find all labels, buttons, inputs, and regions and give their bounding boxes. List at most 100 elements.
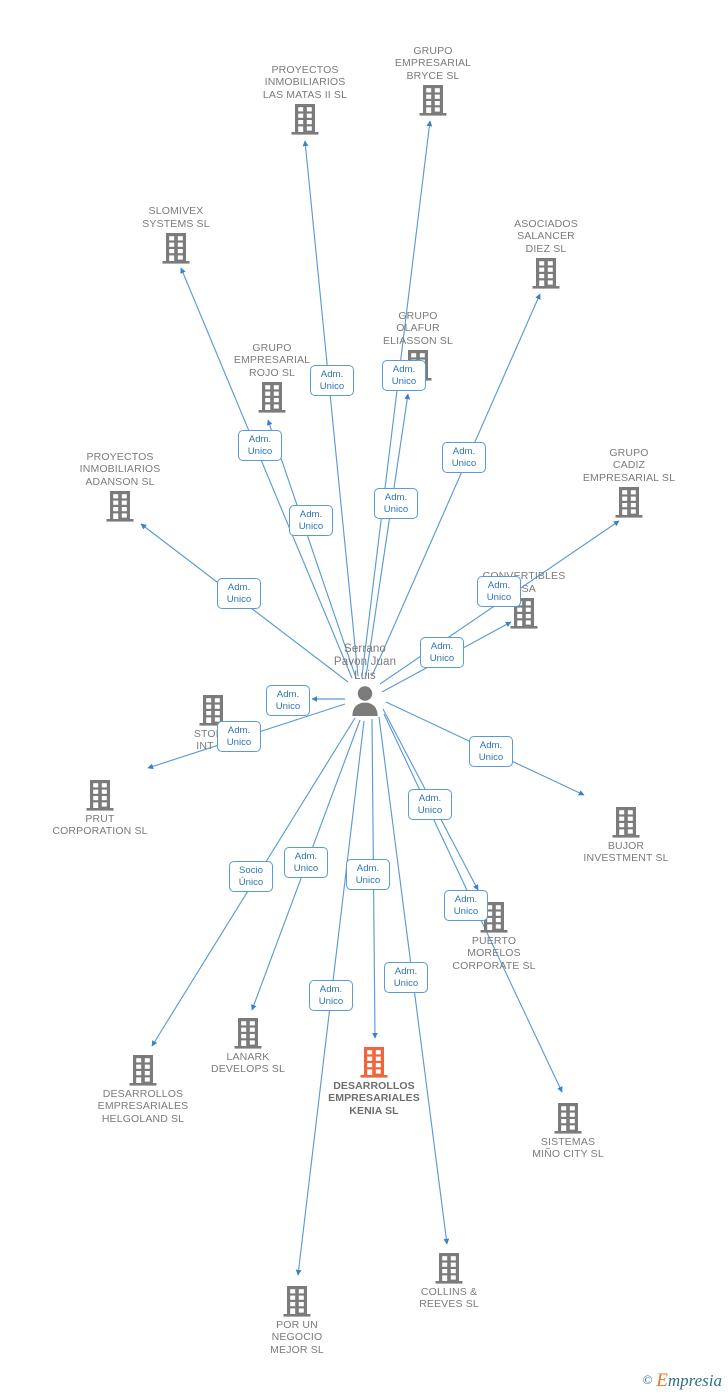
relation-label-slomivex[interactable]: Adm. Unico: [289, 505, 333, 537]
node-collins[interactable]: COLLINS & REEVES SL: [374, 1251, 524, 1311]
relation-label-line: Adm.: [320, 369, 344, 380]
node-label-line: POR UN: [276, 1319, 318, 1331]
node-negocio-mejor[interactable]: POR UN NEGOCIO MEJOR SL: [222, 1284, 372, 1356]
node-cadiz[interactable]: GRUPO CADIZ EMPRESARIAL SL: [554, 447, 704, 519]
node-label-kenia: DESARROLLOS EMPRESARIALES KENIA SL: [299, 1080, 449, 1117]
node-label-collins: COLLINS & REEVES SL: [374, 1286, 524, 1311]
relation-label-line: Unico: [391, 375, 417, 387]
node-kenia[interactable]: DESARROLLOS EMPRESARIALES KENIA SL: [299, 1045, 449, 1117]
relation-label-bryce[interactable]: Adm. Unico: [238, 430, 282, 462]
relation-label-negocio-mejor[interactable]: Adm. Unico: [309, 980, 353, 1012]
node-label-adanson: PROYECTOS INMOBILIARIOS ADANSON SL: [45, 451, 195, 488]
edge-center-to-olafur: [365, 393, 411, 677]
node-icon-prut[interactable]: [25, 778, 175, 812]
node-icon-mino-city[interactable]: [493, 1101, 643, 1135]
relation-label-line: Adm.: [392, 364, 416, 375]
node-label-line: GRUPO: [413, 44, 453, 57]
node-adanson[interactable]: PROYECTOS INMOBILIARIOS ADANSON SL: [45, 451, 195, 523]
building-icon: [360, 1047, 388, 1078]
node-icon-bryce[interactable]: [358, 83, 508, 117]
node-label-line: EMPRESARIALES: [97, 1100, 189, 1113]
relation-label-line: Adm.: [418, 793, 442, 804]
node-label-line: EMPRESARIAL: [394, 57, 472, 70]
relation-label-convertibles[interactable]: Adm. Unico: [420, 637, 464, 669]
node-bujor[interactable]: BUJOR INVESTMENT SL: [551, 805, 701, 865]
node-label-line: ELIASSON SL: [383, 334, 453, 347]
relation-label-cadiz[interactable]: Adm. Unico: [477, 576, 521, 608]
center-person-label: Serrano Pavon Juan Luis: [290, 643, 440, 684]
relation-label-salancer[interactable]: Adm. Unico: [442, 442, 486, 474]
relation-label-line: Adm.: [452, 446, 476, 457]
node-label-line: PRUT: [85, 813, 115, 825]
node-prut[interactable]: PRUT CORPORATION SL: [25, 778, 175, 838]
relation-label-bujor[interactable]: Adm. Unico: [469, 736, 513, 768]
node-icon-helgoland[interactable]: [68, 1053, 218, 1087]
relation-label-line: Unico: [417, 804, 443, 816]
relation-label-line: Unico: [226, 593, 252, 605]
node-label-line: INT SL: [196, 740, 230, 753]
relation-label-line: Adm.: [294, 851, 318, 862]
node-label-negocio-mejor: POR UN NEGOCIO MEJOR SL: [222, 1319, 372, 1356]
copyright-symbol: ©: [642, 1372, 653, 1387]
node-label-line: BRYCE SL: [406, 69, 460, 82]
building-icon: [86, 780, 114, 811]
node-mino-city[interactable]: SISTEMAS MIÑO CITY SL: [493, 1101, 643, 1161]
building-icon: [234, 1018, 262, 1049]
relation-label-line: Unico: [318, 995, 344, 1007]
relation-label-prut[interactable]: Adm. Unico: [217, 721, 261, 753]
building-icon: [435, 1253, 463, 1284]
relation-label-kenia[interactable]: Adm. Unico: [384, 962, 428, 994]
relation-label-line: Unico: [486, 591, 512, 603]
node-puerto-morelos[interactable]: PUERTO MORELOS CORPORATE SL: [419, 900, 569, 972]
node-icon-puerto-morelos[interactable]: [419, 900, 569, 934]
node-slomivex[interactable]: SLOMIVEX SYSTEMS SL: [101, 205, 251, 265]
node-label-line: EMPRESARIAL SL: [582, 471, 676, 484]
relation-label-line: Unico: [319, 380, 345, 392]
node-icon-adanson[interactable]: [45, 489, 195, 523]
relation-label-collins[interactable]: Adm. Unico: [444, 890, 488, 922]
node-center-person[interactable]: Serrano Pavon Juan Luis: [290, 643, 440, 719]
node-icon-slomivex[interactable]: [101, 231, 251, 265]
relation-label-puerto-morelos[interactable]: Adm. Unico: [408, 789, 452, 821]
node-label-line: MEJOR SL: [270, 1343, 324, 1356]
building-icon: [129, 1055, 157, 1086]
relation-label-mino-city[interactable]: Adm. Unico: [346, 859, 390, 891]
node-convertibles[interactable]: CONVERTIBLES A SA: [449, 570, 599, 630]
node-label-line: INMOBILIARIOS: [79, 463, 161, 476]
node-label-line: DIEZ SL: [525, 242, 567, 255]
node-icon-convertibles[interactable]: [449, 596, 599, 630]
relation-label-line: Adm.: [248, 434, 272, 445]
relation-label-line: Adm.: [276, 689, 300, 700]
node-bryce[interactable]: GRUPO EMPRESARIAL BRYCE SL: [358, 45, 508, 117]
node-icon-kenia[interactable]: [299, 1045, 449, 1079]
node-icon-collins[interactable]: [374, 1251, 524, 1285]
center-person-icon[interactable]: [290, 684, 440, 718]
node-label-prut: PRUT CORPORATION SL: [25, 813, 175, 838]
node-label-line: SYSTEMS SL: [142, 217, 210, 230]
node-label-olafur: GRUPO OLAFUR ELIASSON SL: [343, 310, 493, 347]
node-icon-negocio-mejor[interactable]: [222, 1284, 372, 1318]
relation-label-stol[interactable]: Adm. Unico: [266, 685, 310, 717]
node-label-slomivex: SLOMIVEX SYSTEMS SL: [101, 205, 251, 230]
relation-label-helgoland[interactable]: Socio Único: [229, 861, 273, 893]
relation-label-line: Unico: [478, 751, 504, 763]
relation-label-adanson[interactable]: Adm. Unico: [217, 578, 261, 610]
node-label-line: DESARROLLOS: [333, 1080, 415, 1092]
relation-label-lanark[interactable]: Adm. Unico: [284, 847, 328, 879]
relation-label-las-matas[interactable]: Adm. Unico: [374, 488, 418, 520]
relation-label-line: Unico: [393, 977, 419, 989]
node-label-puerto-morelos: PUERTO MORELOS CORPORATE SL: [419, 935, 569, 972]
node-label-line: NEGOCIO: [271, 1331, 323, 1344]
node-label-line: DESARROLLOS: [102, 1088, 184, 1100]
relation-label-olafur[interactable]: Adm. Unico: [382, 360, 426, 392]
node-label-bryce: GRUPO EMPRESARIAL BRYCE SL: [358, 45, 508, 82]
node-label-line: HELGOLAND SL: [101, 1112, 185, 1125]
node-salancer[interactable]: ASOCIADOS SALANCER DIEZ SL: [471, 218, 621, 290]
node-label-line: CONVERTIBLES: [482, 570, 566, 583]
node-helgoland[interactable]: DESARROLLOS EMPRESARIALES HELGOLAND SL: [68, 1053, 218, 1125]
relation-label-rojo[interactable]: Adm. Unico: [310, 365, 354, 397]
brand-name: mpresia: [667, 1371, 722, 1390]
node-icon-bujor[interactable]: [551, 805, 701, 839]
node-icon-salancer[interactable]: [471, 256, 621, 290]
node-icon-cadiz[interactable]: [554, 485, 704, 519]
